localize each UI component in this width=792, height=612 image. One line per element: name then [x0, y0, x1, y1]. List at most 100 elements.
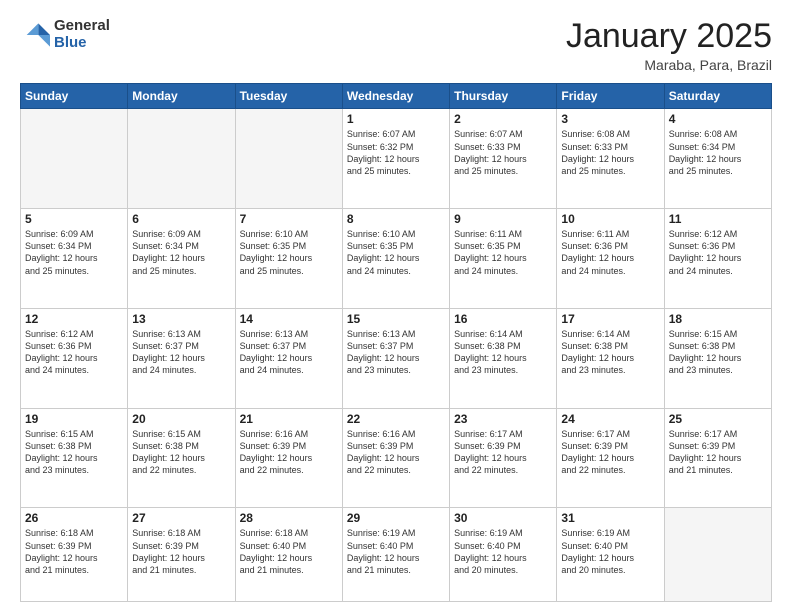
day-info: Sunrise: 6:09 AM Sunset: 6:34 PM Dayligh…: [25, 228, 123, 277]
calendar-day-cell: 27Sunrise: 6:18 AM Sunset: 6:39 PM Dayli…: [128, 508, 235, 602]
day-info: Sunrise: 6:07 AM Sunset: 6:32 PM Dayligh…: [347, 128, 445, 177]
calendar-day-cell: 30 Sunrise: 6:19 AM Sunset: 6:40 PM Dayli…: [450, 508, 557, 602]
calendar-week-row: 1 Sunrise: 6:07 AM Sunset: 6:32 PM Daylig…: [21, 109, 772, 209]
calendar-week-row: 19 Sunrise: 6:15 AM Sunset: 6:38 PM Dayli…: [21, 408, 772, 508]
calendar-day-cell: 29 Sunrise: 6:19 AM Sunset: 6:40 PM Dayli…: [342, 508, 449, 602]
header: General Blue January 2025 Maraba, Para, …: [20, 18, 772, 73]
day-number: 3: [561, 112, 659, 126]
day-info: Sunrise: 6:13 AM Sunset: 6:37 PM Dayligh…: [132, 328, 230, 377]
day-number: 25: [669, 412, 767, 426]
day-info: Sunrise: 6:11 AM Sunset: 6:36 PM Dayligh…: [561, 228, 659, 277]
day-info: Sunrise: 6:16 AM Sunset: 6:39 PM Dayligh…: [347, 428, 445, 477]
day-info: Sunrise: 6:07 AM Sunset: 6:33 PM Dayligh…: [454, 128, 552, 177]
calendar-day-cell: 11 Sunrise: 6:12 AM Sunset: 6:36 PM Dayli…: [664, 209, 771, 309]
day-info: Sunrise: 6:17 AM Sunset: 6:39 PM Dayligh…: [561, 428, 659, 477]
calendar-day-cell: 26 Sunrise: 6:18 AM Sunset: 6:39 PM Dayli…: [21, 508, 128, 602]
page: General Blue January 2025 Maraba, Para, …: [0, 0, 792, 612]
calendar-day-cell: 14Sunrise: 6:13 AM Sunset: 6:37 PM Dayli…: [235, 308, 342, 408]
day-number: 30: [454, 511, 552, 525]
calendar-day-cell: 23Sunrise: 6:17 AM Sunset: 6:39 PM Dayli…: [450, 408, 557, 508]
day-number: 1: [347, 112, 445, 126]
day-info: Sunrise: 6:19 AM Sunset: 6:40 PM Dayligh…: [454, 527, 552, 576]
calendar-day-cell: 21Sunrise: 6:16 AM Sunset: 6:39 PM Dayli…: [235, 408, 342, 508]
logo-icon: [20, 20, 50, 50]
day-number: 7: [240, 212, 338, 226]
day-number: 5: [25, 212, 123, 226]
day-number: 19: [25, 412, 123, 426]
weekday-header-row: SundayMondayTuesdayWednesdayThursdayFrid…: [21, 84, 772, 109]
day-info: Sunrise: 6:19 AM Sunset: 6:40 PM Dayligh…: [347, 527, 445, 576]
day-number: 22: [347, 412, 445, 426]
calendar-day-cell: [664, 508, 771, 602]
calendar-day-cell: 9 Sunrise: 6:11 AM Sunset: 6:35 PM Daylig…: [450, 209, 557, 309]
day-number: 4: [669, 112, 767, 126]
day-number: 28: [240, 511, 338, 525]
calendar-day-cell: 8 Sunrise: 6:10 AM Sunset: 6:35 PM Daylig…: [342, 209, 449, 309]
day-number: 29: [347, 511, 445, 525]
calendar-day-cell: 18 Sunrise: 6:15 AM Sunset: 6:38 PM Dayli…: [664, 308, 771, 408]
weekday-header-cell: Tuesday: [235, 84, 342, 109]
day-number: 20: [132, 412, 230, 426]
calendar-day-cell: [128, 109, 235, 209]
day-info: Sunrise: 6:18 AM Sunset: 6:39 PM Dayligh…: [25, 527, 123, 576]
day-number: 23: [454, 412, 552, 426]
location: Maraba, Para, Brazil: [566, 57, 772, 73]
weekday-header-cell: Sunday: [21, 84, 128, 109]
calendar-week-row: 5 Sunrise: 6:09 AM Sunset: 6:34 PM Daylig…: [21, 209, 772, 309]
calendar-week-row: 12 Sunrise: 6:12 AM Sunset: 6:36 PM Dayli…: [21, 308, 772, 408]
day-info: Sunrise: 6:15 AM Sunset: 6:38 PM Dayligh…: [25, 428, 123, 477]
calendar-day-cell: 2 Sunrise: 6:07 AM Sunset: 6:33 PM Daylig…: [450, 109, 557, 209]
calendar-day-cell: 5 Sunrise: 6:09 AM Sunset: 6:34 PM Daylig…: [21, 209, 128, 309]
day-info: Sunrise: 6:18 AM Sunset: 6:40 PM Dayligh…: [240, 527, 338, 576]
day-number: 9: [454, 212, 552, 226]
calendar-day-cell: 10 Sunrise: 6:11 AM Sunset: 6:36 PM Dayli…: [557, 209, 664, 309]
day-number: 21: [240, 412, 338, 426]
day-number: 31: [561, 511, 659, 525]
day-number: 14: [240, 312, 338, 326]
day-info: Sunrise: 6:08 AM Sunset: 6:33 PM Dayligh…: [561, 128, 659, 177]
day-number: 10: [561, 212, 659, 226]
logo-blue: Blue: [54, 35, 110, 52]
logo: General Blue: [20, 18, 110, 51]
day-info: Sunrise: 6:17 AM Sunset: 6:39 PM Dayligh…: [669, 428, 767, 477]
day-number: 11: [669, 212, 767, 226]
day-number: 15: [347, 312, 445, 326]
calendar-day-cell: 31 Sunrise: 6:19 AM Sunset: 6:40 PM Dayli…: [557, 508, 664, 602]
day-info: Sunrise: 6:12 AM Sunset: 6:36 PM Dayligh…: [669, 228, 767, 277]
day-info: Sunrise: 6:15 AM Sunset: 6:38 PM Dayligh…: [132, 428, 230, 477]
day-info: Sunrise: 6:12 AM Sunset: 6:36 PM Dayligh…: [25, 328, 123, 377]
day-info: Sunrise: 6:19 AM Sunset: 6:40 PM Dayligh…: [561, 527, 659, 576]
day-number: 16: [454, 312, 552, 326]
calendar-day-cell: 3 Sunrise: 6:08 AM Sunset: 6:33 PM Daylig…: [557, 109, 664, 209]
calendar-day-cell: 1 Sunrise: 6:07 AM Sunset: 6:32 PM Daylig…: [342, 109, 449, 209]
calendar-day-cell: 12 Sunrise: 6:12 AM Sunset: 6:36 PM Dayli…: [21, 308, 128, 408]
day-info: Sunrise: 6:14 AM Sunset: 6:38 PM Dayligh…: [561, 328, 659, 377]
calendar-day-cell: 22 Sunrise: 6:16 AM Sunset: 6:39 PM Dayli…: [342, 408, 449, 508]
calendar-day-cell: 4 Sunrise: 6:08 AM Sunset: 6:34 PM Daylig…: [664, 109, 771, 209]
calendar-day-cell: 13 Sunrise: 6:13 AM Sunset: 6:37 PM Dayli…: [128, 308, 235, 408]
day-number: 2: [454, 112, 552, 126]
day-info: Sunrise: 6:08 AM Sunset: 6:34 PM Dayligh…: [669, 128, 767, 177]
logo-general: General: [54, 18, 110, 35]
weekday-header-cell: Thursday: [450, 84, 557, 109]
title-block: January 2025 Maraba, Para, Brazil: [566, 18, 772, 73]
calendar-day-cell: 15Sunrise: 6:13 AM Sunset: 6:37 PM Dayli…: [342, 308, 449, 408]
day-number: 8: [347, 212, 445, 226]
day-number: 26: [25, 511, 123, 525]
day-number: 12: [25, 312, 123, 326]
calendar-day-cell: 19 Sunrise: 6:15 AM Sunset: 6:38 PM Dayli…: [21, 408, 128, 508]
day-info: Sunrise: 6:10 AM Sunset: 6:35 PM Dayligh…: [347, 228, 445, 277]
day-info: Sunrise: 6:11 AM Sunset: 6:35 PM Dayligh…: [454, 228, 552, 277]
day-info: Sunrise: 6:14 AM Sunset: 6:38 PM Dayligh…: [454, 328, 552, 377]
weekday-header-cell: Friday: [557, 84, 664, 109]
day-number: 13: [132, 312, 230, 326]
day-number: 27: [132, 511, 230, 525]
calendar-day-cell: 24Sunrise: 6:17 AM Sunset: 6:39 PM Dayli…: [557, 408, 664, 508]
calendar-day-cell: 16 Sunrise: 6:14 AM Sunset: 6:38 PM Dayli…: [450, 308, 557, 408]
weekday-header-cell: Saturday: [664, 84, 771, 109]
calendar-day-cell: [21, 109, 128, 209]
day-number: 18: [669, 312, 767, 326]
weekday-header-cell: Wednesday: [342, 84, 449, 109]
day-info: Sunrise: 6:09 AM Sunset: 6:34 PM Dayligh…: [132, 228, 230, 277]
day-info: Sunrise: 6:15 AM Sunset: 6:38 PM Dayligh…: [669, 328, 767, 377]
